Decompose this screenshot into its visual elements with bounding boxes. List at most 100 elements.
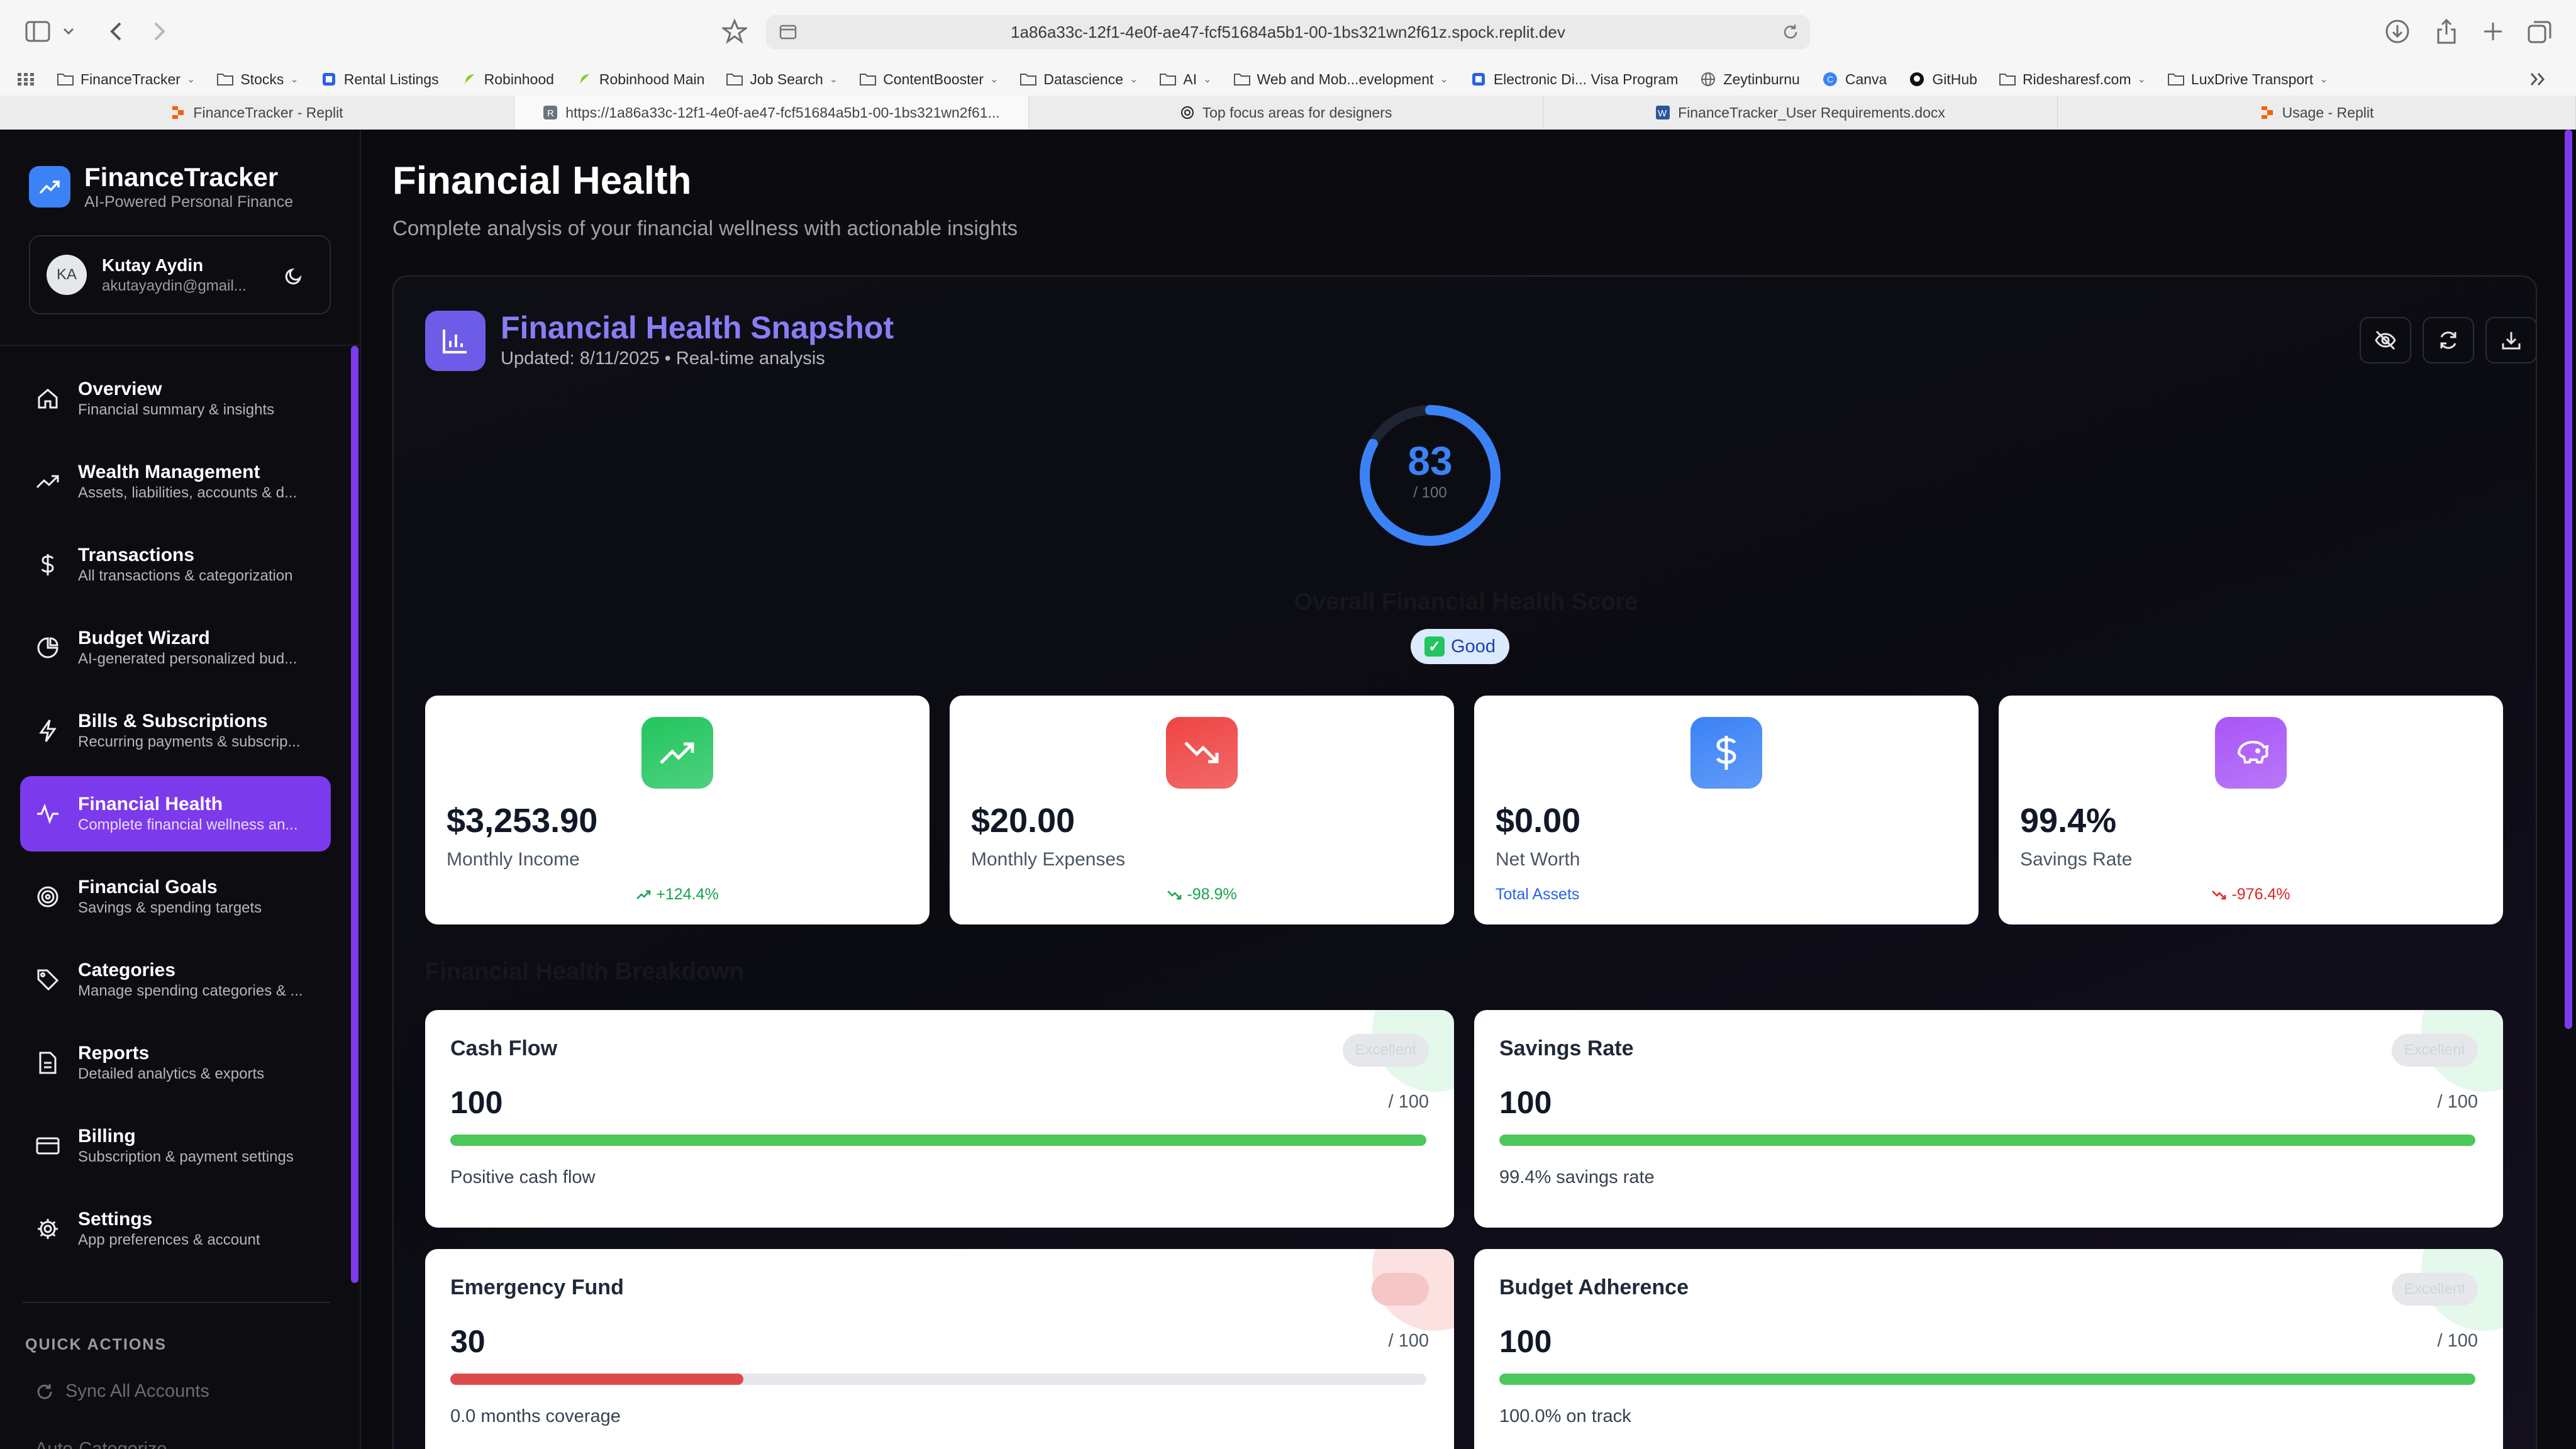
bookmark-item[interactable]: Robinhood Main	[575, 70, 705, 88]
breakdown-card: Budget Adherence Excellent 100 / 100 100.0% …	[1474, 1249, 2503, 1449]
sidebar-item-financial-goals[interactable]: Financial Goals Savings & spending target…	[20, 859, 331, 935]
bookmark-label: Datascience	[1043, 70, 1123, 87]
bookmark-item[interactable]: C Canva	[1821, 71, 1887, 88]
bookmark-item[interactable]: AI ⌄	[1159, 71, 1212, 88]
replit-icon	[2260, 105, 2275, 120]
sidebar-item-budget-wizard[interactable]: Budget Wizard AI-generated personalized b…	[20, 610, 331, 686]
folder-icon	[1999, 72, 2016, 87]
bookmark-label: Robinhood Main	[599, 70, 705, 87]
user-name: Kutay Aydin	[102, 255, 204, 275]
browser-tab[interactable]: Usage - Replit	[2058, 96, 2576, 130]
more-bookmarks-icon[interactable]	[2529, 72, 2546, 87]
sidebar-item-wealth-management[interactable]: Wealth Management Assets, liabilities, ac…	[20, 444, 331, 519]
folder-icon	[216, 72, 234, 87]
browser-tab[interactable]: FinanceTracker - Replit	[0, 96, 514, 130]
sidebar-item-label: Settings	[78, 1209, 153, 1230]
download-button[interactable]	[2485, 317, 2537, 364]
progress-fill	[1499, 1135, 2475, 1146]
progress-track	[450, 1135, 1426, 1146]
user-email: akutayaydin@gmail...	[102, 277, 247, 294]
bookmark-item[interactable]: ContentBooster ⌄	[859, 71, 998, 88]
snapshot-updated: Updated: 8/11/2025 • Real-time analysis	[501, 348, 825, 369]
browser-tab[interactable]: Top focus areas for designers	[1029, 96, 1543, 130]
chevron-down-icon: ⌄	[2319, 74, 2328, 85]
user-card[interactable]: KA Kutay Aydin akutayaydin@gmail...	[29, 235, 331, 314]
metric-trend-value: -98.9%	[1187, 886, 1237, 903]
sidebar-item-categories[interactable]: Categories Manage spending categories & .…	[20, 942, 331, 1018]
bookmark-item[interactable]: Zeytinburnu	[1699, 71, 1800, 88]
trending-up-icon	[641, 717, 713, 789]
sidebar-item-financial-health[interactable]: Financial Health Complete financial welln…	[20, 776, 331, 852]
hide-values-button[interactable]	[2360, 317, 2411, 364]
main-scrollbar[interactable]	[2565, 130, 2572, 1029]
reload-icon[interactable]	[1781, 23, 1800, 42]
dollar-icon	[1690, 717, 1762, 789]
auto-categorize-button[interactable]: Auto-Categorize	[35, 1439, 224, 1449]
sidebar-toggle-icon[interactable]	[23, 16, 53, 47]
back-icon[interactable]	[101, 16, 131, 47]
breakdown-title: Savings Rate	[1499, 1036, 1634, 1060]
replit-icon	[170, 105, 186, 120]
sidebar-nav: Overview Financial summary & insights Weal…	[20, 361, 331, 1274]
bookmark-item[interactable]: Datascience ⌄	[1019, 71, 1138, 88]
url-text: 1a86a33c-12f1-4e0f-ae47-fcf51684a5b1-00-…	[1011, 22, 1565, 42]
check-icon: ✓	[1424, 636, 1445, 657]
download-icon[interactable]	[2382, 16, 2412, 47]
sidebar-item-label: Financial Health	[78, 794, 223, 814]
refresh-button[interactable]	[2423, 317, 2474, 364]
bookmark-item[interactable]: Stocks ⌄	[216, 71, 299, 88]
new-tab-icon[interactable]	[2478, 16, 2508, 47]
eye-off-icon	[2374, 330, 2397, 350]
lightning-icon	[35, 718, 60, 743]
browser-tab[interactable]: W FinanceTracker_User Requirements.docx	[1543, 96, 2058, 130]
sidebar-scrollbar[interactable]	[351, 346, 358, 1283]
rating-badge: Excellent	[2391, 1273, 2478, 1306]
tab-overview-icon[interactable]	[2524, 16, 2555, 47]
brand-logo-icon	[29, 166, 70, 208]
site-icon	[1470, 72, 1487, 87]
svg-text:W: W	[1658, 108, 1667, 119]
bookmark-item[interactable]: Electronic Di... Visa Program	[1470, 71, 1678, 88]
star-icon[interactable]	[719, 16, 750, 47]
breakdown-max: / 100	[1388, 1331, 1430, 1351]
sidebar-item-bills-subscriptions[interactable]: Bills & Subscriptions Recurring payments …	[20, 693, 331, 769]
chevron-down-icon: ⌄	[1440, 74, 1448, 85]
bookmark-item[interactable]: GitHub	[1908, 71, 1977, 88]
browser-tab[interactable]: Rhttps://1a86a33c-12f1-4e0f-ae47-fcf5168…	[514, 96, 1029, 130]
avatar[interactable]: KA	[47, 255, 87, 295]
bookmark-item[interactable]: Web and Mob...evelopment ⌄	[1233, 71, 1448, 88]
main-content: Financial Health Complete analysis of yo…	[362, 130, 2576, 1449]
github-icon	[1908, 72, 1926, 87]
breakdown-score: 100	[1499, 1324, 1552, 1359]
bookmark-item[interactable]: Rental Listings	[320, 71, 439, 88]
sidebar-item-settings[interactable]: Settings App preferences & account	[20, 1191, 331, 1267]
bookmark-item[interactable]: FinanceTracker ⌄	[57, 71, 195, 88]
page-title: Financial Health	[392, 159, 692, 203]
bookmark-item[interactable]: Job Search ⌄	[726, 71, 838, 88]
metric-trend: -98.9%	[950, 886, 1454, 904]
folder-icon	[1159, 72, 1177, 87]
sidebar-item-overview[interactable]: Overview Financial summary & insights	[20, 361, 331, 436]
feather-icon	[575, 72, 593, 87]
word-icon: W	[1655, 105, 1670, 120]
bookmark-item[interactable]: LuxDrive Transport ⌄	[2167, 71, 2328, 88]
refresh-icon	[35, 1382, 54, 1401]
bookmark-item[interactable]: Ridesharesf.com ⌄	[1999, 71, 2146, 88]
site-settings-icon[interactable]	[779, 23, 797, 42]
address-bar[interactable]: 1a86a33c-12f1-4e0f-ae47-fcf51684a5b1-00-…	[766, 15, 1810, 49]
bookmark-item[interactable]: Robinhood	[460, 71, 554, 88]
tab-title: Usage - Replit	[2282, 104, 2374, 121]
sync-accounts-button[interactable]: Sync All Accounts	[35, 1381, 209, 1402]
metric-link[interactable]: Total Assets	[1496, 886, 1579, 904]
trending-up-icon	[35, 469, 60, 494]
moon-icon[interactable]	[280, 263, 307, 289]
trend-down-icon	[1167, 890, 1182, 900]
sidebar-item-reports[interactable]: Reports Detailed analytics & exports	[20, 1025, 331, 1101]
r-icon: R	[543, 105, 558, 120]
sidebar-item-billing[interactable]: Billing Subscription & payment settings	[20, 1108, 331, 1184]
share-icon[interactable]	[2431, 16, 2462, 47]
chevron-down-icon[interactable]	[59, 16, 78, 47]
sidebar-item-transactions[interactable]: Transactions All transactions & categoriz…	[20, 527, 331, 602]
apps-grid-icon[interactable]	[18, 73, 34, 86]
forward-icon[interactable]	[145, 16, 175, 47]
